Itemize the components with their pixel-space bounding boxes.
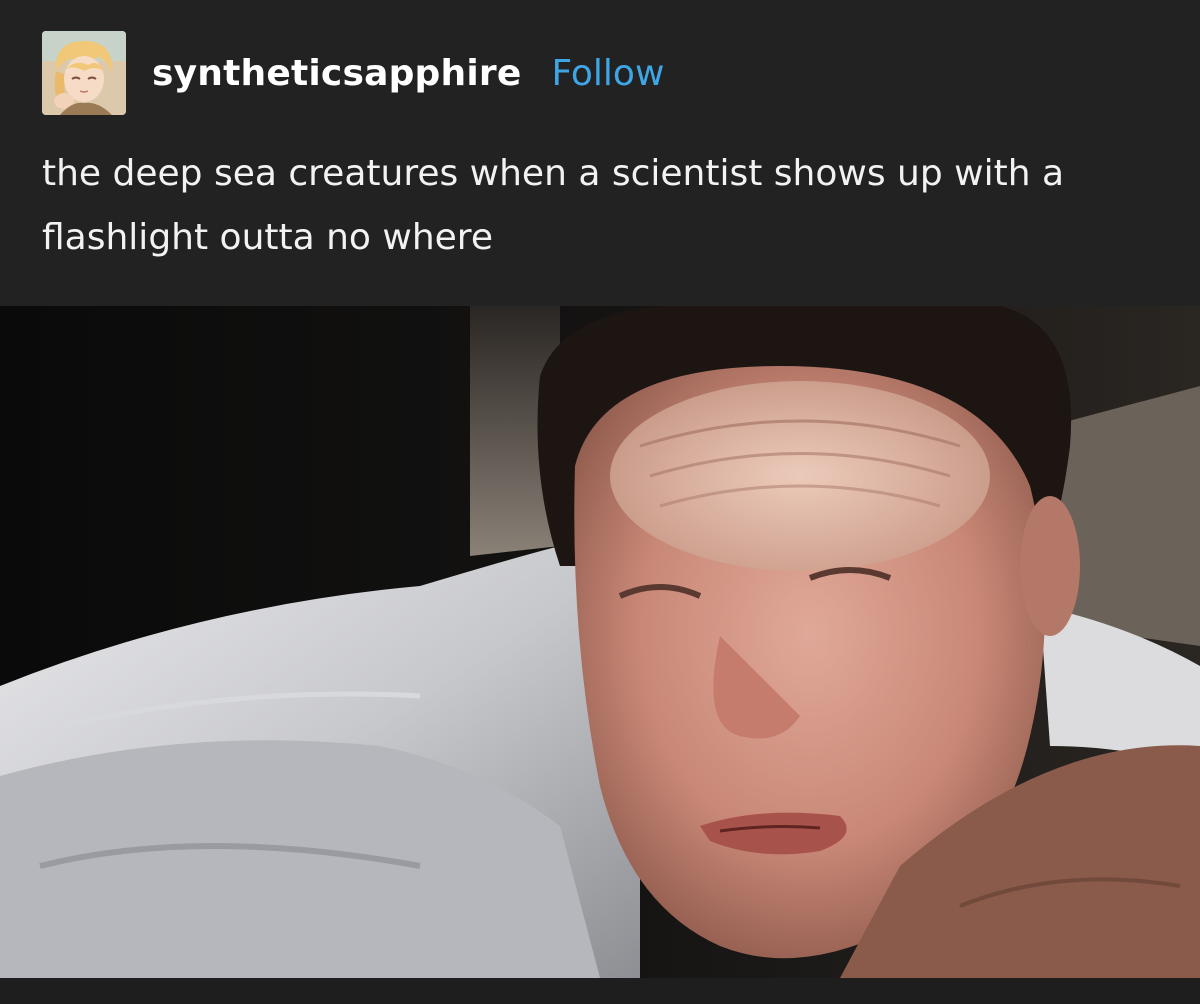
photo-image bbox=[0, 306, 1200, 978]
post-card: syntheticsapphire Follow the deep sea cr… bbox=[0, 0, 1200, 1004]
username-link[interactable]: syntheticsapphire bbox=[152, 53, 521, 94]
follow-button[interactable]: Follow bbox=[551, 53, 664, 94]
avatar-image bbox=[42, 31, 126, 115]
avatar[interactable] bbox=[42, 31, 126, 115]
post-header: syntheticsapphire Follow bbox=[42, 30, 664, 116]
post-caption: the deep sea creatures when a scientist … bbox=[42, 153, 1065, 258]
post-footer-bar bbox=[0, 978, 1200, 1004]
post-photo bbox=[0, 306, 1200, 978]
